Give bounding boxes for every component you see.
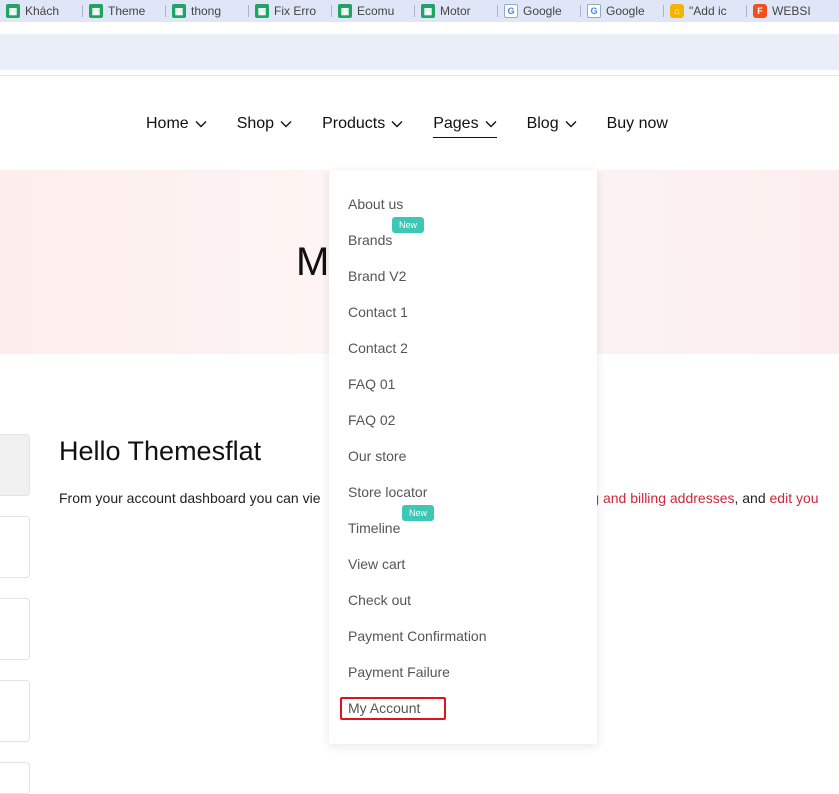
sheets-icon: ▦ [421, 4, 435, 18]
bookmarks-bar: ▦ Khách ▦ Theme ▦ thong ▦ Fix Erro ▦ Ecomu ▦ M… [0, 0, 839, 22]
bookmark-label: Google [606, 4, 645, 18]
info-strip [0, 34, 839, 70]
chevron-down-icon [565, 121, 577, 128]
menu-item-about-us[interactable]: About us [348, 194, 403, 214]
nav-label: Buy now [606, 115, 668, 132]
sheets-icon: ▦ [6, 4, 20, 18]
menu-item-timeline[interactable]: Timeline [348, 518, 400, 538]
nav-label: Products [322, 115, 386, 132]
pages-dropdown-menu: About us Brands New Brand V2 Contact 1 C… [329, 170, 597, 744]
bookmark-item[interactable]: ▦ Motor [415, 0, 498, 22]
menu-item-payment-failure[interactable]: Payment Failure [348, 662, 450, 682]
bookmark-item[interactable]: G Google [581, 0, 664, 22]
account-greeting: Hello Themesflat [59, 436, 262, 466]
account-nav-item[interactable] [0, 434, 30, 496]
menu-item-brands[interactable]: Brands [348, 230, 392, 250]
bookmark-item[interactable]: ▦ Ecomu [332, 0, 415, 22]
bookmark-label: Motor [440, 4, 471, 18]
bookmark-item[interactable]: ▦ Theme [83, 0, 166, 22]
sheets-icon: ▦ [338, 4, 352, 18]
chevron-down-icon [195, 121, 207, 128]
account-nav-item[interactable] [0, 598, 30, 660]
nav-products[interactable]: Products [322, 112, 403, 136]
header-divider [0, 75, 839, 76]
bookmark-item[interactable]: ▦ Khách [0, 0, 83, 22]
highlight-annotation [340, 697, 446, 720]
dashboard-text: From your account dashboard you can vie [59, 490, 321, 506]
nav-label: Home [146, 115, 189, 132]
menu-item-brand-v2[interactable]: Brand V2 [348, 266, 406, 286]
sheets-icon: ▦ [255, 4, 269, 18]
page-title: M [296, 240, 330, 284]
main-nav: Home Shop Products Pages Blog Buy now [146, 112, 698, 138]
sheets-icon: ▦ [89, 4, 103, 18]
nav-pages[interactable]: Pages [433, 112, 497, 138]
menu-item-payment-confirmation[interactable]: Payment Confirmation [348, 626, 487, 646]
menu-item-check-out[interactable]: Check out [348, 590, 411, 610]
home-icon: ⌂ [670, 4, 684, 18]
bookmark-label: thong [191, 4, 222, 18]
bookmark-label: "Add ic [689, 4, 727, 18]
account-nav-item[interactable] [0, 762, 30, 794]
bookmark-label: Khách [25, 4, 60, 18]
bookmark-item[interactable]: ▦ thong [166, 0, 249, 22]
chevron-down-icon [485, 121, 497, 128]
menu-item-our-store[interactable]: Our store [348, 446, 406, 466]
menu-item-store-locator[interactable]: Store locator [348, 482, 427, 502]
bookmark-item[interactable]: ⌂ "Add ic [664, 0, 747, 22]
nav-shop[interactable]: Shop [237, 112, 292, 136]
bookmark-label: Ecomu [357, 4, 395, 18]
chevron-down-icon [391, 121, 403, 128]
bookmark-item[interactable]: G Google [498, 0, 581, 22]
bookmark-label: WEBSI [772, 4, 811, 18]
sheets-icon: ▦ [172, 4, 186, 18]
nav-label: Shop [236, 115, 275, 132]
bookmark-item[interactable]: ▦ Fix Erro [249, 0, 332, 22]
google-translate-icon: G [504, 4, 518, 18]
figma-icon: F [753, 4, 767, 18]
menu-item-contact-1[interactable]: Contact 1 [348, 302, 408, 322]
bookmark-label: Fix Erro [274, 4, 316, 18]
account-nav-item[interactable] [0, 680, 30, 742]
menu-item-faq-01[interactable]: FAQ 01 [348, 374, 395, 394]
menu-item-faq-02[interactable]: FAQ 02 [348, 410, 395, 430]
menu-item-view-cart[interactable]: View cart [348, 554, 405, 574]
google-translate-icon: G [587, 4, 601, 18]
nav-label: Blog [526, 115, 559, 132]
nav-label: Pages [433, 115, 479, 132]
account-nav-item[interactable] [0, 516, 30, 578]
dashboard-text: , and [734, 490, 770, 506]
new-badge: New [402, 505, 435, 521]
bookmark-label: Google [523, 4, 562, 18]
nav-buy-now[interactable]: Buy now [607, 112, 668, 136]
chevron-down-icon [280, 121, 292, 128]
bookmark-item[interactable]: F WEBSI [747, 0, 830, 22]
addresses-link[interactable]: ng and billing addresses [583, 490, 734, 506]
bookmark-label: Theme [108, 4, 146, 18]
edit-account-link[interactable]: edit you [770, 490, 819, 506]
new-badge: New [392, 217, 425, 233]
nav-blog[interactable]: Blog [527, 112, 577, 136]
nav-home[interactable]: Home [146, 112, 207, 136]
menu-item-contact-2[interactable]: Contact 2 [348, 338, 408, 358]
